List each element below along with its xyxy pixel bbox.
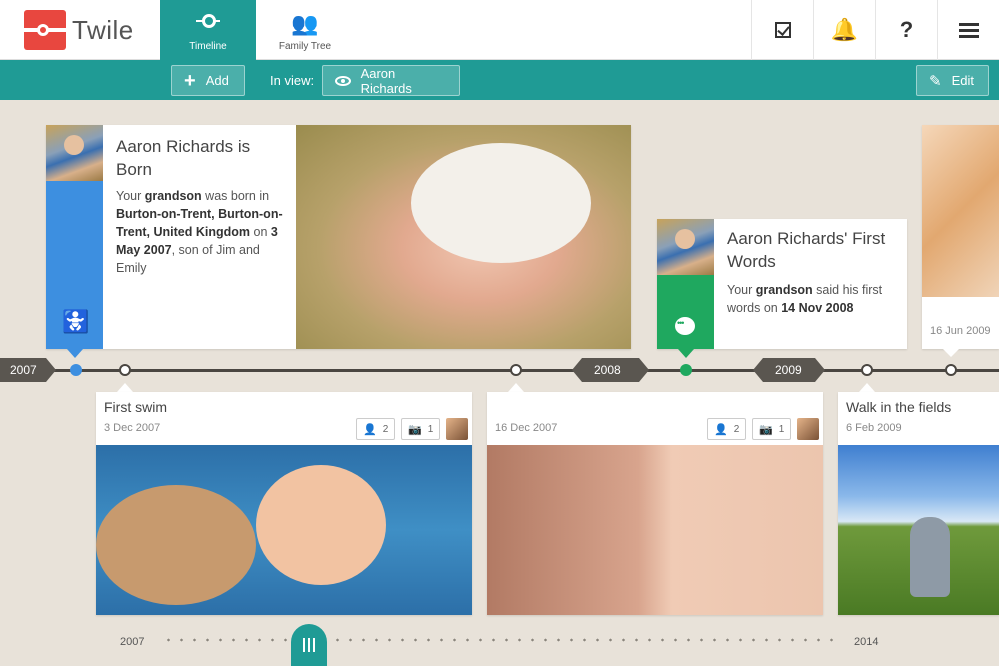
logo-mark-icon <box>24 10 66 50</box>
checklist-icon <box>774 22 791 38</box>
pencil-icon: ✎ <box>929 72 942 90</box>
timeline-node[interactable] <box>861 364 873 376</box>
person-icon: 👤 <box>714 423 728 436</box>
memory-title: First swim <box>104 399 167 415</box>
photo-count-badge[interactable]: 📷 1 <box>752 418 792 440</box>
speech-bubble-icon <box>675 317 695 335</box>
person-filter-button[interactable]: Aaron Richards <box>322 65 460 96</box>
help-icon: ? <box>899 17 914 42</box>
scrubber-handle[interactable] <box>291 624 327 666</box>
camera-icon: 📷 <box>759 423 773 436</box>
people-count-badge[interactable]: 👤 2 <box>707 418 747 440</box>
timeline-icon <box>196 14 220 28</box>
person-filter-label: Aaron Richards <box>360 65 412 96</box>
timeline-axis <box>0 369 999 372</box>
newborn-photo[interactable] <box>296 125 631 349</box>
year-marker-2009[interactable]: 2009 <box>753 358 825 382</box>
memory-card-walk[interactable]: Walk in the fields 6 Feb 2009 <box>838 392 999 615</box>
toolbar: + Add In view: Aaron Richards ✎ Edit <box>0 60 999 100</box>
camera-icon: 📷 <box>408 423 422 436</box>
memory-date: 3 Dec 2007 <box>104 422 161 434</box>
year-marker-2008[interactable]: 2008 <box>572 358 649 382</box>
avatar[interactable] <box>797 418 819 440</box>
event-date: 16 Jun 2009 <box>930 325 991 337</box>
profile-thumbnail <box>657 219 714 275</box>
plus-icon: + <box>184 69 196 92</box>
event-card-born[interactable]: 🚼 Aaron Richards is Born Your grandson w… <box>46 125 631 349</box>
memory-card-faces[interactable]: 16 Dec 2007 👤 2 📷 1 <box>487 392 823 615</box>
swim-photo[interactable] <box>96 445 472 615</box>
edit-button[interactable]: ✎ Edit <box>916 65 989 96</box>
event-pointer <box>67 349 83 358</box>
in-view-label: In view: <box>270 73 315 88</box>
card-pointer <box>117 383 133 392</box>
event-card-first-words[interactable]: Aaron Richards' First Words Your grandso… <box>657 219 907 349</box>
event-pointer <box>943 349 959 357</box>
timeline-node[interactable] <box>510 364 522 376</box>
add-button-label: Add <box>205 73 229 88</box>
scrubber-track[interactable] <box>162 637 842 643</box>
person-icon: 👤 <box>363 423 377 436</box>
event-accent-bar <box>657 275 714 349</box>
event-side-column <box>657 219 714 349</box>
checklist-button[interactable] <box>751 0 813 60</box>
event-description: Your grandson said his first words on 14… <box>727 283 883 315</box>
bell-icon: 🔔 <box>830 17 859 42</box>
field-photo[interactable] <box>838 445 999 615</box>
timeline-node[interactable] <box>119 364 131 376</box>
timeline-node-first-words[interactable] <box>680 364 692 376</box>
event-accent-bar: 🚼 <box>46 181 103 349</box>
card-pointer <box>859 383 875 392</box>
tab-timeline[interactable]: Timeline <box>160 0 256 60</box>
eye-icon <box>335 75 351 86</box>
timeline-node-born[interactable] <box>70 364 82 376</box>
event-title: Aaron Richards' First Words <box>727 229 886 271</box>
photo-count-badge[interactable]: 📷 1 <box>401 418 441 440</box>
avatar[interactable] <box>446 418 468 440</box>
memory-title: Walk in the fields <box>846 399 952 415</box>
memory-date: 16 Dec 2007 <box>495 422 558 434</box>
family-tree-icon: 👥 <box>291 11 319 36</box>
event-side-column: 🚼 <box>46 125 103 349</box>
event-title: Aaron Richards is Born <box>116 137 251 179</box>
menu-icon <box>958 20 979 41</box>
event-description: Your grandson was born in Burton-on-Tren… <box>116 189 283 275</box>
tab-family-tree-label: Family Tree <box>278 41 332 52</box>
menu-button[interactable] <box>937 0 999 60</box>
memory-card-first-swim[interactable]: First swim 3 Dec 2007 👤 2 📷 1 <box>96 392 472 615</box>
card-pointer <box>508 383 524 392</box>
tab-timeline-label: Timeline <box>189 41 227 52</box>
profile-thumbnail <box>46 125 103 181</box>
timeline-node[interactable] <box>945 364 957 376</box>
add-button[interactable]: + Add <box>171 65 245 96</box>
pram-icon: 🚼 <box>62 309 90 334</box>
help-button[interactable]: ? <box>875 0 937 60</box>
event-card-partial[interactable]: 16 Jun 2009 <box>922 125 999 349</box>
twile-logo[interactable]: Twile <box>24 10 134 50</box>
people-count-badge[interactable]: 👤 2 <box>356 418 396 440</box>
scrubber-end-year: 2014 <box>854 636 879 648</box>
event-photo <box>922 125 999 297</box>
app-header: Twile Timeline 👥 Family Tree 🔔 ? <box>0 0 999 60</box>
tab-family-tree[interactable]: 👥 Family Tree <box>257 0 353 60</box>
scrubber-start-year: 2007 <box>120 636 145 648</box>
edit-button-label: Edit <box>951 73 974 88</box>
notifications-button[interactable]: 🔔 <box>813 0 875 60</box>
mother-baby-photo[interactable] <box>487 445 823 615</box>
event-pointer <box>678 349 694 358</box>
memory-date: 6 Feb 2009 <box>846 422 902 434</box>
brand-name: Twile <box>72 14 134 45</box>
year-marker-2007[interactable]: 2007 <box>0 358 56 382</box>
